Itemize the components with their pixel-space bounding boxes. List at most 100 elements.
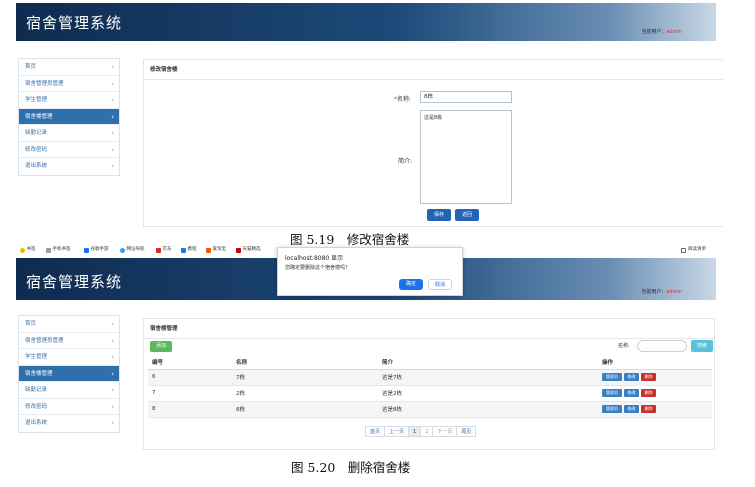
app-header: 宿舍管理系统 当前用户：admin: [16, 3, 716, 41]
sidebar-item-label: 缺勤记录: [25, 130, 48, 136]
chevron-right-icon: ›: [111, 369, 114, 378]
chevron-right-icon: ›: [111, 386, 114, 394]
sidebar-item-home[interactable]: 首页 ›: [19, 316, 119, 333]
chevron-right-icon: ›: [111, 112, 114, 121]
confirm-button[interactable]: 确定: [399, 279, 423, 290]
save-button[interactable]: 保存: [427, 209, 451, 221]
current-user-label: 当前用户：: [641, 289, 667, 295]
column-header: 名称: [232, 356, 378, 370]
chevron-right-icon: ›: [111, 353, 114, 361]
add-button[interactable]: 添加: [150, 341, 172, 352]
ctrip-icon: [181, 247, 186, 253]
bookmark-label: 网址导航: [126, 247, 145, 252]
sidebar-item-absence[interactable]: 缺勤记录 ›: [19, 125, 119, 142]
cell-name: 8栋: [232, 401, 378, 418]
edit-button[interactable]: 修改: [624, 405, 639, 413]
cell-intro: 这是8栋: [378, 401, 598, 418]
app-title: 宿舍管理系统: [26, 273, 123, 291]
view-admin-button[interactable]: 管理员: [602, 373, 622, 381]
bookmark-item[interactable]: 网址导航: [120, 244, 145, 256]
sidebar-item-home[interactable]: 首页 ›: [19, 59, 119, 76]
search-input[interactable]: [637, 340, 687, 352]
bookmark-item[interactable]: 书签: [20, 244, 36, 256]
cell-name: 7栋: [232, 369, 378, 386]
current-user-name[interactable]: admin: [666, 29, 682, 35]
search-label: 名称:: [618, 343, 630, 349]
sidebar-item-absence[interactable]: 缺勤记录 ›: [19, 382, 119, 399]
sidebar-item-dorm-admin[interactable]: 宿舍管理员管理 ›: [19, 76, 119, 92]
intro-textarea[interactable]: 这是8栋: [420, 110, 512, 204]
view-admin-button[interactable]: 管理员: [602, 389, 622, 397]
column-header: 操作: [598, 356, 712, 370]
dialog-title: localhost:8080 显示: [285, 255, 344, 262]
tmall-icon: [236, 247, 241, 253]
sidebar-item-label: 宿舍管理员管理: [25, 337, 64, 344]
globe-icon: [120, 247, 125, 253]
page-last[interactable]: 尾页: [456, 426, 477, 437]
column-header: 编号: [148, 356, 232, 370]
page-next[interactable]: 下一页: [432, 426, 458, 437]
bookmark-item[interactable]: 携程: [181, 244, 197, 256]
intro-label: 简介:: [398, 158, 413, 165]
chevron-right-icon: ›: [111, 419, 114, 427]
sidebar-item-logout[interactable]: 退出系统 ›: [19, 158, 119, 175]
bookmark-label: 手机书签: [52, 247, 71, 252]
sidebar-item-students[interactable]: 学生管理 ›: [19, 349, 119, 366]
name-label: *名称:: [394, 94, 411, 103]
bookmark-item[interactable]: 京东: [156, 244, 172, 256]
bookmark-item[interactable]: 谷歌手游: [84, 244, 109, 256]
table-header-row: 编号 名称 简介 操作: [148, 356, 712, 370]
bookmark-label: 携程: [187, 247, 197, 252]
table-row: 8 8栋 这是8栋 管理员 修改 删除: [148, 401, 712, 418]
sidebar-item-label: 学生管理: [25, 354, 48, 360]
chevron-right-icon: ›: [111, 129, 114, 137]
edit-button[interactable]: 修改: [624, 373, 639, 381]
sidebar-item-label: 修改密码: [25, 146, 48, 153]
search-button[interactable]: 搜索: [691, 340, 713, 352]
cell-intro: 这是7栋: [378, 369, 598, 386]
cancel-button[interactable]: 取消: [428, 279, 452, 290]
game-icon: [84, 247, 89, 253]
edit-building-panel: 修改宿舍楼 *名称: 8栋 简介: 这是8栋 保存 返回: [143, 59, 723, 227]
app-title: 宿舍管理系统: [26, 14, 123, 32]
reading-list[interactable]: 阅读清单: [681, 244, 706, 256]
sidebar-item-label: 退出系统: [25, 420, 48, 426]
bookmark-label: 爱淘宝: [212, 247, 227, 252]
bookmark-label: 谷歌手游: [90, 247, 109, 252]
edit-button[interactable]: 修改: [624, 389, 639, 397]
sidebar-item-password[interactable]: 修改密码 ›: [19, 142, 119, 158]
bookmark-item[interactable]: 爱淘宝: [206, 244, 226, 256]
bookmark-item[interactable]: 手机书签: [46, 244, 71, 256]
table-row: 6 7栋 这是7栋 管理员 修改 删除: [148, 369, 712, 386]
chevron-right-icon: ›: [111, 320, 114, 328]
delete-button[interactable]: 删除: [641, 405, 656, 413]
bookmark-item[interactable]: 天猫精选: [236, 244, 261, 256]
sidebar-item-students[interactable]: 学生管理 ›: [19, 92, 119, 109]
sidebar-item-buildings[interactable]: 宿舍楼管理 ›: [19, 108, 119, 125]
name-label-text: 名称:: [397, 96, 412, 103]
chevron-right-icon: ›: [111, 336, 114, 345]
sidebar-item-password[interactable]: 修改密码 ›: [19, 399, 119, 415]
panel-title: 宿舍楼管理: [144, 319, 714, 339]
sidebar-item-logout[interactable]: 退出系统 ›: [19, 415, 119, 432]
sidebar-item-dorm-admin[interactable]: 宿舍管理员管理 ›: [19, 333, 119, 349]
chevron-right-icon: ›: [111, 63, 114, 71]
back-button[interactable]: 返回: [455, 209, 479, 221]
delete-button[interactable]: 删除: [641, 389, 656, 397]
jd-icon: [156, 247, 161, 253]
cell-name: 2栋: [232, 385, 378, 402]
delete-button[interactable]: 删除: [641, 373, 656, 381]
page-first[interactable]: 首页: [365, 426, 386, 437]
bookmark-label: 书签: [26, 247, 36, 252]
dialog-message: 您确定要删除这个宿舍楼吗？: [285, 265, 351, 271]
current-user-info: 当前用户：admin: [641, 288, 682, 295]
view-admin-button[interactable]: 管理员: [602, 405, 622, 413]
name-input[interactable]: 8栋: [420, 91, 512, 103]
current-user-name[interactable]: admin: [666, 289, 682, 295]
figure-caption: 图 5.20 删除宿舍楼: [291, 460, 411, 475]
sidebar-item-buildings[interactable]: 宿舍楼管理 ›: [19, 365, 119, 382]
sidebar-item-label: 退出系统: [25, 163, 48, 169]
reading-list-label: 阅读清单: [688, 247, 706, 252]
page-prev[interactable]: 上一页: [384, 426, 410, 437]
sidebar-item-label: 首页: [25, 321, 37, 327]
